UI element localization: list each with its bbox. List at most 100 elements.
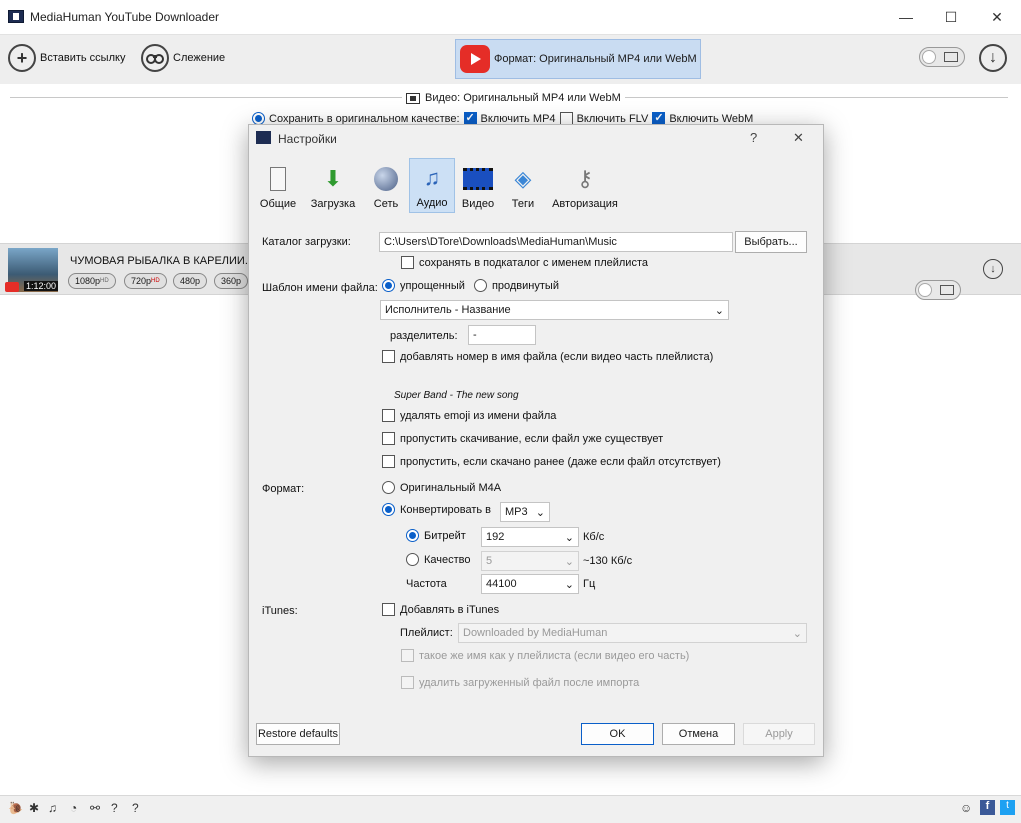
- skip-downloaded-label: пропустить, если скачано ранее (даже есл…: [400, 455, 721, 468]
- music-icon[interactable]: ♫: [48, 801, 57, 815]
- frequency-select[interactable]: 44100 ⌄: [481, 574, 579, 594]
- binoculars-icon[interactable]: ⚯: [90, 801, 100, 815]
- add-itunes-label: Добавлять в iTunes: [400, 603, 500, 616]
- filename-example: Super Band - The new song: [394, 390, 519, 401]
- facebook-icon[interactable]: f: [980, 800, 995, 815]
- format-label: Формат: Оригинальный MP4 или WebM: [494, 53, 697, 65]
- convert-row: Конвертировать в: [382, 503, 491, 516]
- original-m4a-row: Оригинальный M4A: [382, 481, 501, 494]
- item-video-toggle[interactable]: [915, 280, 961, 300]
- quality-select[interactable]: 5 ⌄: [481, 551, 579, 571]
- separator-label: разделитель:: [390, 330, 458, 342]
- tab-general[interactable]: Общие: [255, 158, 301, 213]
- skip-existing-row: пропустить скачивание, если файл уже сущ…: [382, 432, 663, 445]
- convert-radio[interactable]: [382, 503, 395, 516]
- download-arrow-icon: ⬇: [323, 166, 343, 191]
- add-itunes-row: Добавлять в iTunes: [382, 603, 499, 616]
- ok-button[interactable]: OK: [581, 723, 654, 745]
- binoculars-icon: [141, 44, 169, 72]
- bitrate-radio[interactable]: [406, 529, 419, 542]
- maximize-button[interactable]: ☐: [931, 4, 971, 30]
- include-flv-label: Включить FLV: [576, 112, 649, 125]
- original-m4a-label: Оригинальный M4A: [400, 481, 502, 494]
- tab-network[interactable]: Сеть: [363, 158, 409, 213]
- add-number-checkbox[interactable]: [382, 350, 395, 363]
- help-icon[interactable]: ?: [111, 801, 118, 815]
- paste-link-button[interactable]: + Вставить ссылку: [8, 44, 125, 72]
- toggle-knob: [918, 283, 932, 297]
- separator-field[interactable]: -: [468, 325, 536, 345]
- chevron-down-icon: ⌄: [714, 304, 724, 317]
- quality-option[interactable]: 1080p HD: [68, 273, 116, 289]
- item-download-button[interactable]: ↓: [983, 259, 1003, 279]
- switch-icon: [263, 164, 293, 194]
- tab-authorization[interactable]: ⚷ Авторизация: [550, 158, 620, 213]
- save-subdir-label: сохранять в подкаталог с именем плейлист…: [419, 256, 648, 269]
- quality-option[interactable]: 360p: [214, 273, 249, 289]
- quality-hint: ~130 Кб/с: [583, 555, 633, 567]
- clock-icon[interactable]: ◔: [70, 801, 77, 815]
- app-logo-icon: [8, 10, 24, 23]
- download-dir-field[interactable]: C:\Users\DTore\Downloads\MediaHuman\Musi…: [379, 232, 733, 252]
- advanced-template-radio[interactable]: [473, 279, 487, 292]
- browse-button[interactable]: Выбрать...: [735, 231, 807, 253]
- chevron-down-icon: ⌄: [564, 578, 574, 591]
- skip-downloaded-checkbox[interactable]: [382, 455, 395, 468]
- apply-button[interactable]: Apply: [743, 723, 815, 745]
- quality-radio[interactable]: [406, 553, 419, 566]
- app-logo-icon: [256, 131, 271, 144]
- film-icon: [406, 92, 420, 104]
- bitrate-select[interactable]: 192 ⌄: [481, 527, 579, 547]
- cancel-button[interactable]: Отмена: [662, 723, 735, 745]
- tracking-label: Слежение: [173, 52, 226, 64]
- skip-downloaded-row: пропустить, если скачано ранее (даже есл…: [382, 455, 721, 468]
- playlist-label: Плейлист:: [400, 627, 453, 639]
- gear-icon[interactable]: ✱: [29, 801, 39, 815]
- twitter-icon[interactable]: t: [1000, 800, 1015, 815]
- save-subdir-checkbox[interactable]: [401, 256, 414, 269]
- add-itunes-checkbox[interactable]: [382, 603, 395, 616]
- advanced-template-label: продвинутый: [491, 279, 559, 292]
- format-button[interactable]: Формат: Оригинальный MP4 или WebM: [455, 39, 701, 79]
- dialog-close-button[interactable]: ✕: [793, 130, 804, 146]
- youtube-icon: [5, 282, 19, 292]
- tab-video[interactable]: Видео: [455, 158, 501, 213]
- playlist-select[interactable]: Downloaded by MediaHuman ⌄: [458, 623, 807, 643]
- tab-audio[interactable]: ♫ Аудио: [409, 158, 455, 213]
- keys-icon: ⚷: [576, 166, 594, 191]
- restore-defaults-button[interactable]: Restore defaults: [256, 723, 340, 745]
- remove-emoji-checkbox[interactable]: [382, 409, 395, 422]
- snail-icon[interactable]: 🐌: [8, 801, 23, 815]
- quality-option[interactable]: 720p HD: [124, 273, 167, 289]
- film-icon: [940, 285, 954, 295]
- social-share-icon[interactable]: ☺: [960, 801, 972, 815]
- close-button[interactable]: ✕: [977, 4, 1017, 30]
- quality-option[interactable]: 480p: [173, 273, 208, 289]
- original-m4a-radio[interactable]: [382, 481, 395, 494]
- tab-download[interactable]: ⬇ Загрузка: [310, 158, 356, 213]
- template-select[interactable]: Исполнитель - Название ⌄: [380, 300, 729, 320]
- skip-existing-checkbox[interactable]: [382, 432, 395, 445]
- minimize-button[interactable]: —: [886, 4, 926, 30]
- video-mode-toggle[interactable]: [919, 47, 965, 67]
- bitrate-unit: Кб/с: [583, 531, 605, 543]
- download-all-button[interactable]: ↓: [979, 44, 1007, 72]
- plus-icon: +: [8, 44, 36, 72]
- globe-icon: [371, 164, 401, 194]
- help-button[interactable]: ?: [750, 130, 757, 145]
- convert-format-select[interactable]: MP3 ⌄: [500, 502, 550, 522]
- tab-tags[interactable]: ◈ Теги: [500, 158, 546, 213]
- simple-template-radio[interactable]: [382, 279, 395, 292]
- add-number-label: добавлять номер в имя файла (если видео …: [400, 350, 714, 363]
- same-name-checkbox[interactable]: [401, 649, 414, 662]
- tag-icon: ◈: [514, 166, 532, 191]
- info-icon[interactable]: ?: [132, 801, 139, 815]
- chevron-down-icon: ⌄: [564, 531, 574, 544]
- save-subdir-row: сохранять в подкаталог с именем плейлист…: [401, 256, 648, 269]
- itunes-label: iTunes:: [262, 605, 298, 617]
- youtube-icon: [460, 45, 490, 73]
- tracking-button[interactable]: Слежение: [141, 44, 225, 72]
- delete-after-checkbox[interactable]: [401, 676, 414, 689]
- filename-template-label: Шаблон имени файла:: [262, 282, 378, 294]
- delete-after-label: удалить загруженный файл после импорта: [419, 676, 640, 689]
